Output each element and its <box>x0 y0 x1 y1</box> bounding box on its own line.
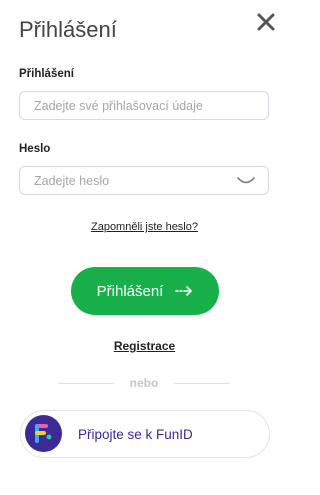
login-button[interactable]: Přihlášení <box>71 267 219 315</box>
login-field[interactable] <box>19 91 269 120</box>
or-divider: nebo <box>58 376 230 390</box>
funid-label: Připojte se k FunID <box>78 427 193 442</box>
password-field[interactable] <box>19 166 269 195</box>
password-input[interactable] <box>20 167 268 194</box>
password-label: Heslo <box>19 143 51 155</box>
login-input[interactable] <box>20 92 268 119</box>
login-button-label: Přihlášení <box>96 282 164 300</box>
funid-connect-button[interactable]: Připojte se k FunID <box>20 410 270 458</box>
modal-title: Přihlášení <box>19 17 117 42</box>
arrow-right-icon <box>175 286 193 296</box>
register-link[interactable]: Registrace <box>0 339 289 353</box>
eye-closed-icon[interactable] <box>236 175 256 187</box>
close-icon[interactable] <box>256 12 276 32</box>
login-label: Přihlášení <box>19 68 74 80</box>
divider-line-right <box>174 383 230 384</box>
funid-logo-icon <box>25 415 62 452</box>
forgot-password-link[interactable]: Zapomněli jste heslo? <box>0 221 289 233</box>
